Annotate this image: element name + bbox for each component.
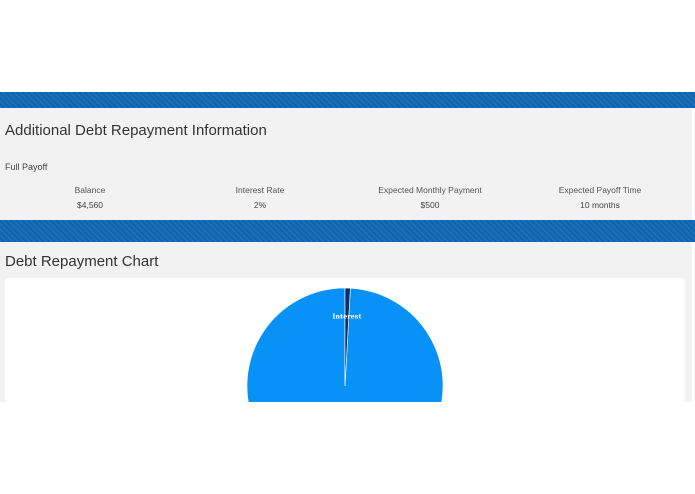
stat-balance: Balance $4,560 xyxy=(5,185,175,211)
stat-label: Expected Payoff Time xyxy=(558,185,642,195)
stat-value: 10 months xyxy=(580,200,620,210)
pie-label-interest: Interest xyxy=(332,312,361,320)
stat-label: Interest Rate xyxy=(235,185,285,195)
stat-label: Balance xyxy=(74,185,106,195)
stat-value: $4,560 xyxy=(77,200,103,210)
chart-card: Interest xyxy=(5,278,685,402)
stat-label: Expected Monthly Payment xyxy=(378,185,482,195)
top-header-band xyxy=(0,92,695,108)
stat-monthly-payment: Expected Monthly Payment $500 xyxy=(345,185,515,211)
info-title: Additional Debt Repayment Information xyxy=(5,122,267,139)
stat-value: 2% xyxy=(253,200,267,210)
chart-title: Debt Repayment Chart xyxy=(5,253,159,270)
mid-header-band xyxy=(0,220,695,242)
stat-payoff-time: Expected Payoff Time 10 months xyxy=(515,185,685,211)
stats-row: Balance $4,560 Interest Rate 2% Expected… xyxy=(5,185,685,215)
plan-label: Full Payoff xyxy=(5,162,48,172)
stat-value: $500 xyxy=(420,200,440,210)
stat-interest-rate: Interest Rate 2% xyxy=(175,185,345,211)
pie-chart: Interest xyxy=(246,287,444,402)
